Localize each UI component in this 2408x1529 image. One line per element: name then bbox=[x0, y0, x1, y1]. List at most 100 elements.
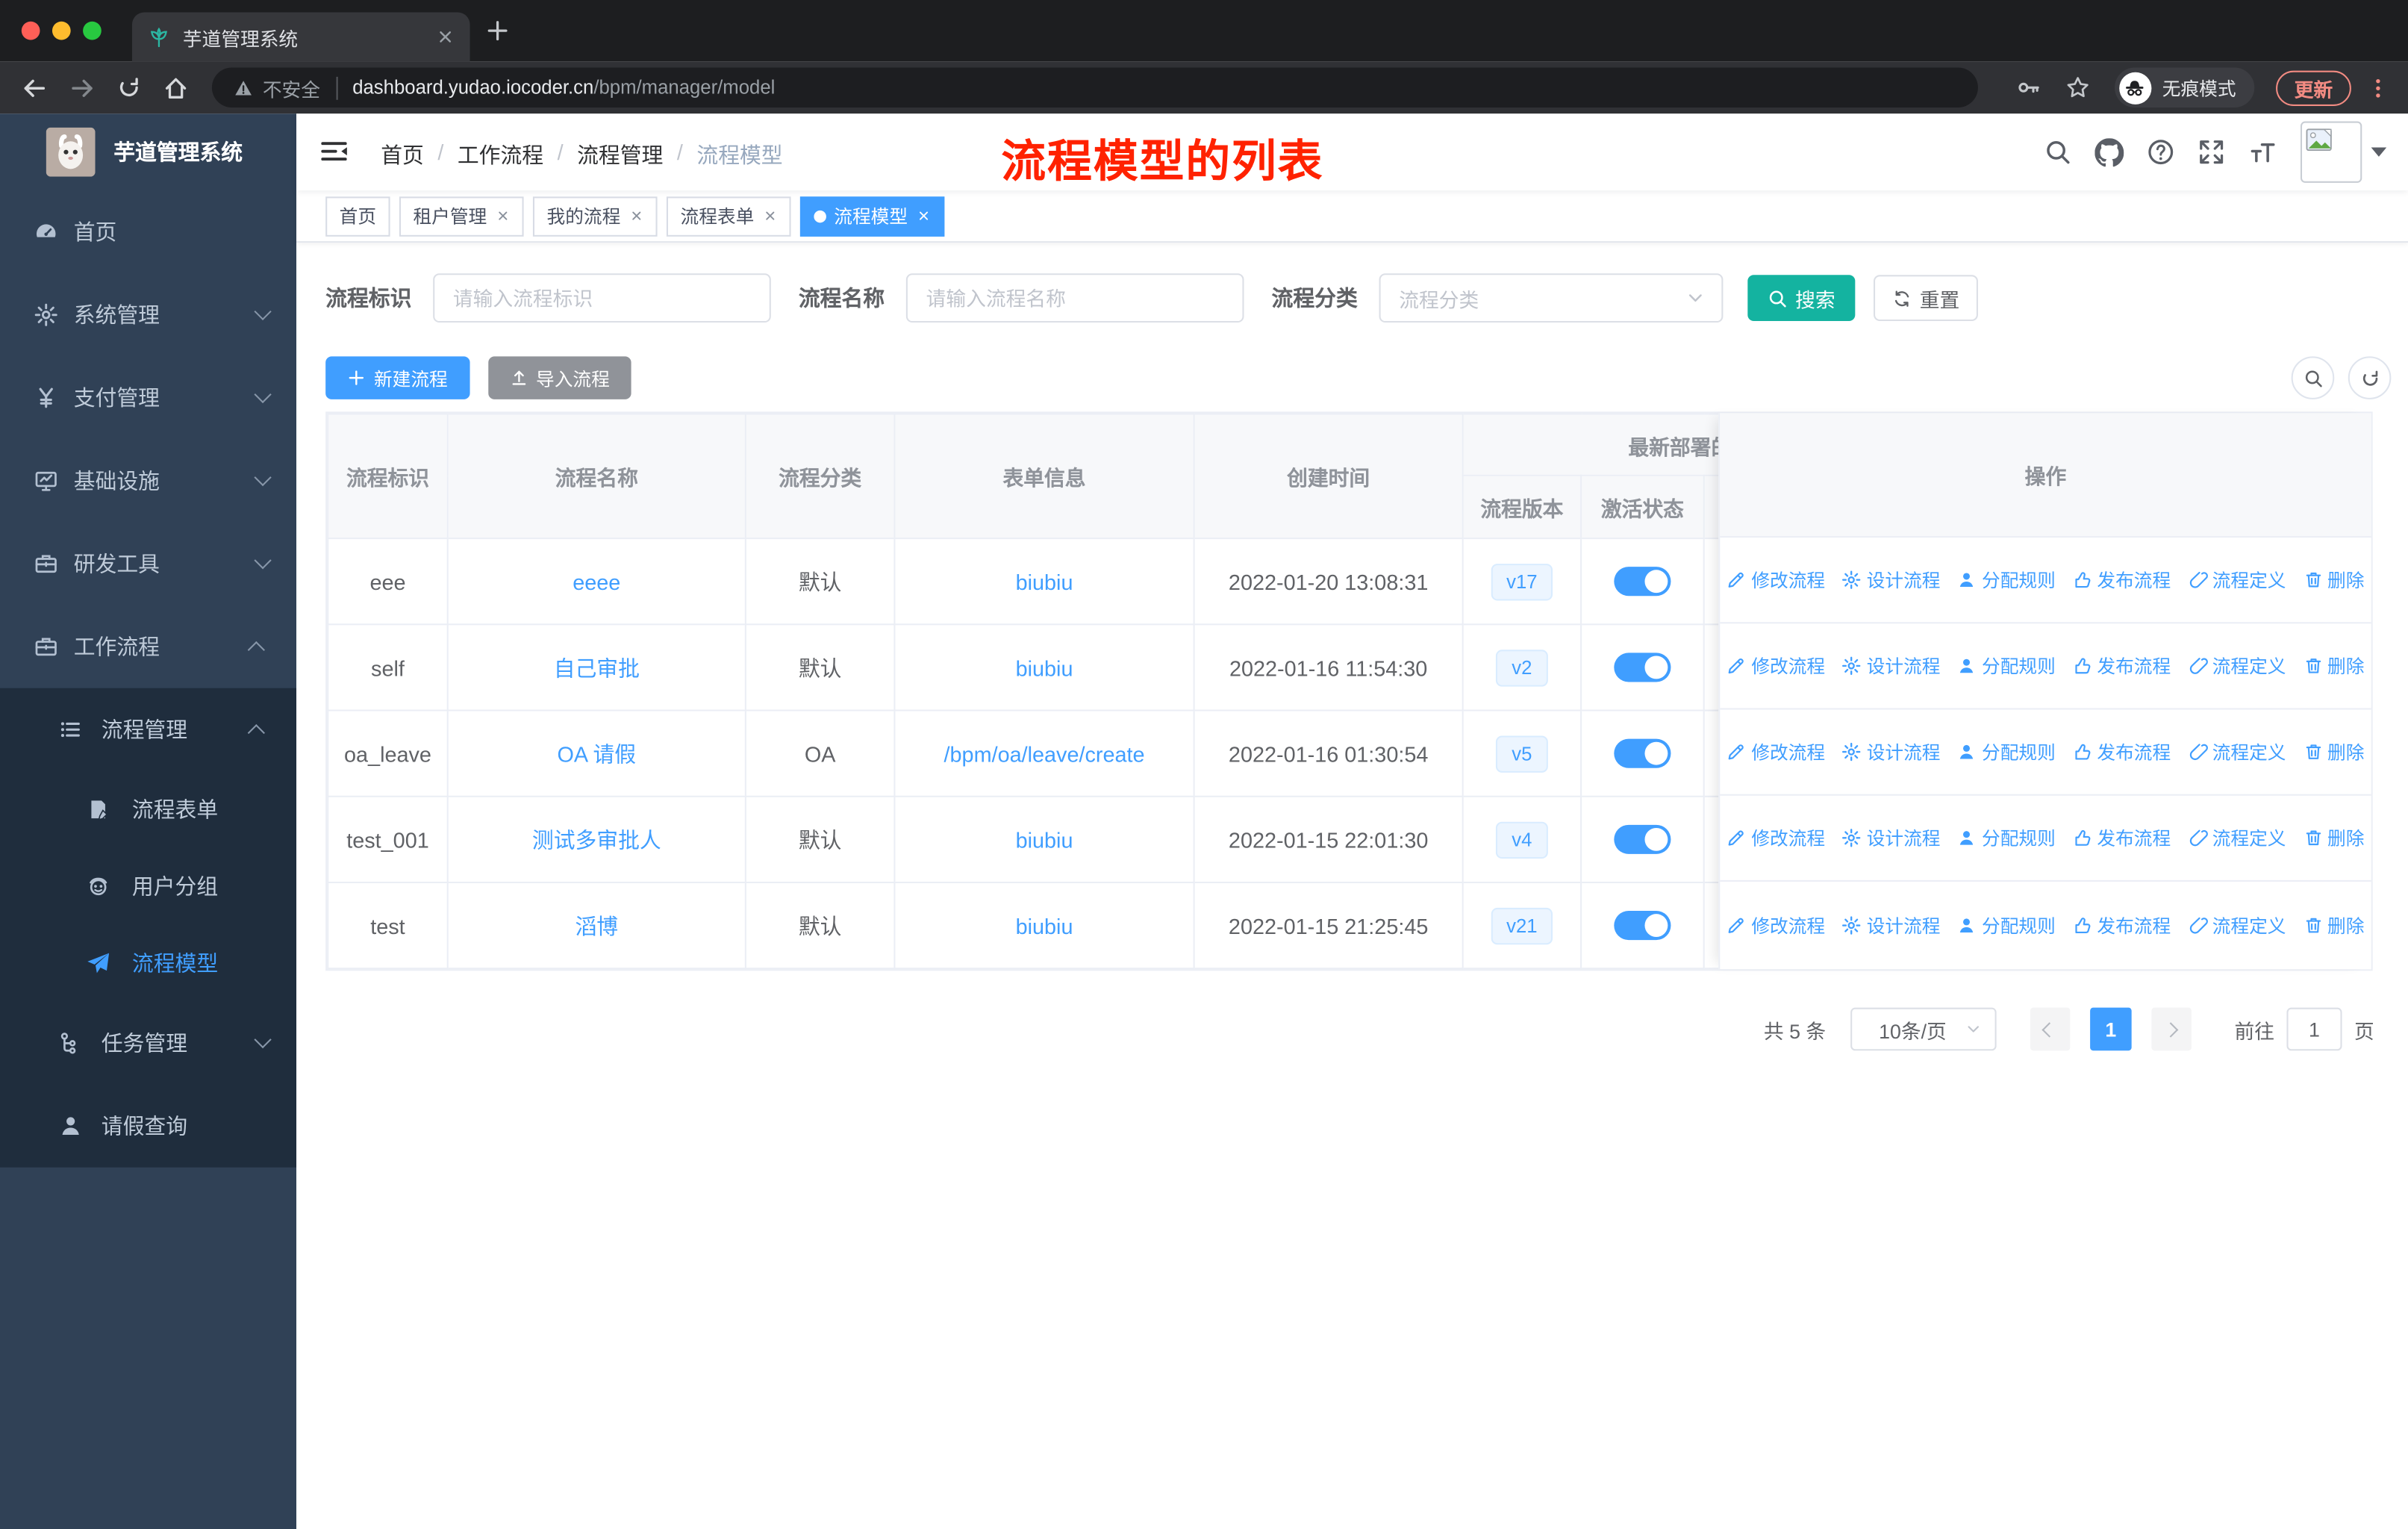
avatar[interactable] bbox=[2300, 121, 2362, 183]
font-size-icon[interactable] bbox=[2248, 139, 2277, 165]
publish-process-link[interactable]: 发布流程 bbox=[2072, 912, 2171, 938]
delete-link[interactable]: 删除 bbox=[2303, 912, 2364, 938]
version-badge[interactable]: v21 bbox=[1491, 906, 1553, 944]
sidebar-item-task-mgmt[interactable]: 任务管理 bbox=[0, 1001, 296, 1084]
active-toggle[interactable] bbox=[1614, 567, 1671, 597]
edit-process-link[interactable]: 修改流程 bbox=[1727, 653, 1825, 679]
form-link[interactable]: biubiu bbox=[1016, 569, 1073, 594]
tag-process-form[interactable]: 流程表单 bbox=[667, 196, 791, 236]
browser-menu-icon[interactable] bbox=[2366, 76, 2389, 99]
design-process-link[interactable]: 设计流程 bbox=[1842, 739, 1940, 765]
process-definition-link[interactable]: 流程定义 bbox=[2188, 912, 2286, 938]
publish-process-link[interactable]: 发布流程 bbox=[2072, 653, 2171, 679]
import-process-button[interactable]: 导入流程 bbox=[488, 356, 631, 399]
process-definition-link[interactable]: 流程定义 bbox=[2188, 653, 2286, 679]
sidebar-item-user-group[interactable]: 用户分组 bbox=[0, 848, 296, 925]
toggle-search-button[interactable] bbox=[2291, 356, 2335, 399]
delete-link[interactable]: 删除 bbox=[2303, 739, 2364, 765]
refresh-table-button[interactable] bbox=[2348, 356, 2392, 399]
next-page-button[interactable] bbox=[2151, 1007, 2192, 1051]
process-category-select[interactable]: 流程分类 bbox=[1379, 273, 1724, 323]
active-toggle[interactable] bbox=[1614, 824, 1671, 854]
breadcrumb-home[interactable]: 首页 bbox=[381, 140, 424, 170]
sidebar-collapse-icon[interactable] bbox=[319, 138, 349, 164]
sidebar-logo[interactable]: 芋道管理系统 bbox=[0, 113, 296, 190]
reset-button[interactable]: 重置 bbox=[1874, 275, 1978, 321]
process-definition-link[interactable]: 流程定义 bbox=[2188, 825, 2286, 851]
design-process-link[interactable]: 设计流程 bbox=[1842, 567, 1940, 593]
delete-link[interactable]: 删除 bbox=[2303, 825, 2364, 851]
process-name-link[interactable]: 滔博 bbox=[575, 913, 618, 938]
sidebar-item-payment[interactable]: 支付管理 bbox=[0, 356, 296, 439]
publish-process-link[interactable]: 发布流程 bbox=[2072, 825, 2171, 851]
design-process-link[interactable]: 设计流程 bbox=[1842, 825, 1940, 851]
edit-process-link[interactable]: 修改流程 bbox=[1727, 825, 1825, 851]
active-toggle[interactable] bbox=[1614, 653, 1671, 682]
prev-page-button[interactable] bbox=[2030, 1007, 2071, 1051]
page-size-select[interactable]: 10条/页 bbox=[1850, 1007, 1997, 1051]
sidebar-item-workflow[interactable]: 工作流程 bbox=[0, 605, 296, 688]
maximize-window-button[interactable] bbox=[83, 21, 102, 40]
close-icon[interactable] bbox=[917, 209, 931, 223]
process-name-link[interactable]: 测试多审批人 bbox=[532, 827, 661, 852]
close-icon[interactable] bbox=[764, 209, 778, 223]
edit-process-link[interactable]: 修改流程 bbox=[1727, 912, 1825, 938]
sidebar-item-home[interactable]: 首页 bbox=[0, 190, 296, 273]
current-page-button[interactable]: 1 bbox=[2090, 1007, 2132, 1051]
process-definition-link[interactable]: 流程定义 bbox=[2188, 567, 2286, 593]
process-name-link[interactable]: 自己审批 bbox=[554, 655, 640, 679]
sidebar-item-process-form[interactable]: 流程表单 bbox=[0, 771, 296, 848]
version-badge[interactable]: v2 bbox=[1496, 649, 1548, 686]
design-process-link[interactable]: 设计流程 bbox=[1842, 653, 1940, 679]
create-process-button[interactable]: 新建流程 bbox=[325, 356, 470, 399]
process-name-link[interactable]: eeee bbox=[573, 569, 620, 594]
publish-process-link[interactable]: 发布流程 bbox=[2072, 739, 2171, 765]
close-icon[interactable] bbox=[630, 209, 644, 223]
sidebar-item-devtools[interactable]: 研发工具 bbox=[0, 523, 296, 605]
search-button[interactable]: 搜索 bbox=[1747, 275, 1856, 321]
breadcrumb-process-mgmt[interactable]: 流程管理 bbox=[577, 140, 663, 170]
bookmark-star-icon[interactable] bbox=[2065, 75, 2090, 100]
window-controls[interactable] bbox=[21, 21, 102, 40]
reload-icon[interactable] bbox=[116, 75, 141, 100]
close-icon[interactable] bbox=[496, 209, 511, 223]
close-window-button[interactable] bbox=[21, 21, 40, 40]
form-link[interactable]: biubiu bbox=[1016, 913, 1073, 938]
delete-link[interactable]: 删除 bbox=[2303, 567, 2364, 593]
version-badge[interactable]: v17 bbox=[1491, 563, 1553, 600]
process-definition-link[interactable]: 流程定义 bbox=[2188, 739, 2286, 765]
process-id-input[interactable] bbox=[433, 273, 771, 323]
forward-icon[interactable] bbox=[69, 75, 96, 101]
sidebar-item-system[interactable]: 系统管理 bbox=[0, 273, 296, 356]
delete-link[interactable]: 删除 bbox=[2303, 653, 2364, 679]
assign-rule-link[interactable]: 分配规则 bbox=[1957, 739, 2056, 765]
new-tab-button[interactable] bbox=[485, 19, 510, 43]
tab-close-icon[interactable] bbox=[436, 28, 455, 46]
sidebar-item-infra[interactable]: 基础设施 bbox=[0, 439, 296, 522]
browser-tab[interactable]: 芋道管理系统 bbox=[131, 12, 470, 62]
edit-process-link[interactable]: 修改流程 bbox=[1727, 567, 1825, 593]
sidebar-item-leave-query[interactable]: 请假查询 bbox=[0, 1085, 296, 1168]
process-name-link[interactable]: OA 请假 bbox=[557, 741, 636, 766]
address-bar[interactable]: 不安全 dashboard.yudao.iocoder.cn /bpm/mana… bbox=[211, 67, 1978, 108]
assign-rule-link[interactable]: 分配规则 bbox=[1957, 567, 2056, 593]
help-icon[interactable] bbox=[2147, 138, 2174, 166]
tag-process-model[interactable]: 流程模型 bbox=[800, 196, 945, 236]
form-link[interactable]: biubiu bbox=[1016, 827, 1073, 852]
avatar-caret-icon[interactable] bbox=[2371, 147, 2387, 157]
minimize-window-button[interactable] bbox=[52, 21, 71, 40]
github-icon[interactable] bbox=[2094, 137, 2124, 166]
fullscreen-icon[interactable] bbox=[2198, 138, 2225, 166]
home-icon[interactable] bbox=[163, 75, 189, 101]
update-browser-button[interactable]: 更新 bbox=[2276, 69, 2351, 105]
form-link[interactable]: /bpm/oa/leave/create bbox=[944, 741, 1145, 766]
assign-rule-link[interactable]: 分配规则 bbox=[1957, 825, 2056, 851]
search-icon[interactable] bbox=[2044, 138, 2071, 166]
tag-my-process[interactable]: 我的流程 bbox=[532, 196, 658, 236]
tag-home[interactable]: 首页 bbox=[325, 196, 390, 236]
publish-process-link[interactable]: 发布流程 bbox=[2072, 567, 2171, 593]
sidebar-item-process-model[interactable]: 流程模型 bbox=[0, 925, 296, 1002]
design-process-link[interactable]: 设计流程 bbox=[1842, 912, 1940, 938]
back-icon[interactable] bbox=[22, 75, 48, 101]
goto-page-input[interactable] bbox=[2286, 1007, 2342, 1051]
